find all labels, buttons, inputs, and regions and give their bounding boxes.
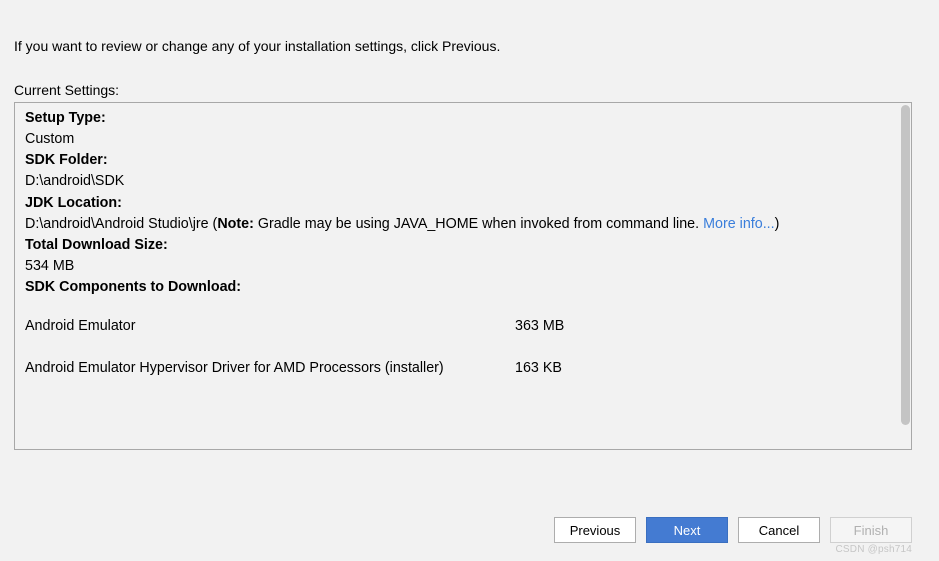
watermark: CSDN @psh714 <box>836 544 912 555</box>
jdk-note-rest: Gradle may be using JAVA_HOME when invok… <box>254 216 703 232</box>
component-size: 363 MB <box>515 316 635 343</box>
setup-type-label: Setup Type: <box>25 108 901 129</box>
total-download-label: Total Download Size: <box>25 235 901 256</box>
component-size: 163 KB <box>515 358 635 385</box>
jdk-location-label: JDK Location: <box>25 193 901 214</box>
next-button[interactable]: Next <box>646 517 728 543</box>
sdk-folder-label: SDK Folder: <box>25 150 901 171</box>
total-download-value: 534 MB <box>25 256 901 277</box>
current-settings-label: Current Settings: <box>14 82 925 98</box>
cancel-button[interactable]: Cancel <box>738 517 820 543</box>
components-table: Android Emulator 363 MB Android Emulator… <box>25 316 635 384</box>
wizard-page: If you want to review or change any of y… <box>0 0 939 561</box>
component-name: Android Emulator Hypervisor Driver for A… <box>25 358 515 385</box>
table-row: Android Emulator Hypervisor Driver for A… <box>25 358 635 385</box>
jdk-note-bold: Note: <box>217 216 254 232</box>
sdk-folder-value: D:\android\SDK <box>25 171 901 192</box>
previous-button[interactable]: Previous <box>554 517 636 543</box>
jdk-path-text: D:\android\Android Studio\jre ( <box>25 216 217 232</box>
more-info-link[interactable]: More info... <box>703 216 775 232</box>
settings-panel: Setup Type: Custom SDK Folder: D:\androi… <box>14 102 912 450</box>
settings-content: Setup Type: Custom SDK Folder: D:\androi… <box>25 108 901 385</box>
intro-text: If you want to review or change any of y… <box>14 38 925 54</box>
jdk-location-value: D:\android\Android Studio\jre (Note: Gra… <box>25 214 901 235</box>
scrollbar[interactable] <box>901 105 910 425</box>
component-name: Android Emulator <box>25 316 515 343</box>
finish-button: Finish <box>830 517 912 543</box>
table-row: Android Emulator 363 MB <box>25 316 635 343</box>
button-bar: Previous Next Cancel Finish <box>554 517 912 543</box>
close-paren: ) <box>775 216 780 232</box>
setup-type-value: Custom <box>25 129 901 150</box>
components-label: SDK Components to Download: <box>25 277 901 298</box>
